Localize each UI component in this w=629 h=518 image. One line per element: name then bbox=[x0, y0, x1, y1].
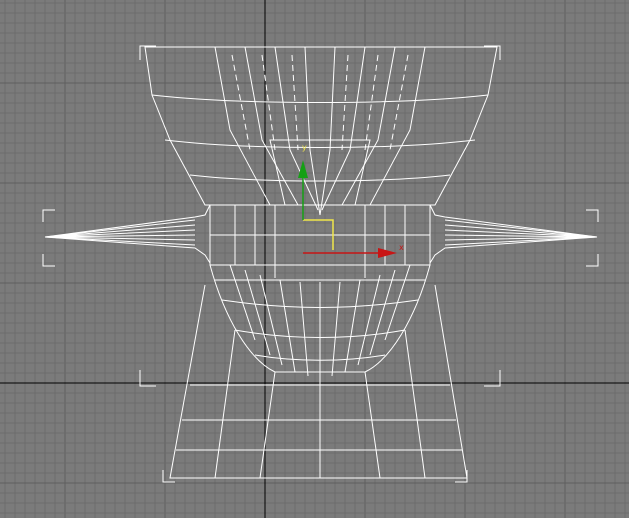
bowl-segment bbox=[319, 46, 336, 216]
bowl-segment bbox=[369, 46, 426, 206]
lower-cup-segment bbox=[229, 264, 411, 378]
bracket-bottom-right bbox=[484, 370, 501, 387]
gizmo-x-arrowhead[interactable] bbox=[378, 248, 397, 258]
gizmo-y-label: y bbox=[302, 143, 307, 152]
bowl-segment bbox=[214, 46, 271, 206]
front-viewport[interactable]: y x bbox=[0, 0, 629, 518]
bowl-ring bbox=[164, 139, 476, 148]
right-bracket-bottom bbox=[586, 254, 599, 267]
right-bracket-top bbox=[586, 209, 599, 222]
gizmo-x-label: x bbox=[399, 243, 404, 252]
bracket-bottom-left bbox=[139, 370, 156, 387]
mid-band-segment bbox=[234, 205, 406, 278]
bowl-ring bbox=[151, 94, 489, 103]
bowl-ring bbox=[189, 174, 451, 182]
viewport-canvas[interactable]: y x bbox=[0, 0, 629, 518]
bowl-segment bbox=[304, 46, 321, 216]
home-grid bbox=[0, 0, 629, 518]
